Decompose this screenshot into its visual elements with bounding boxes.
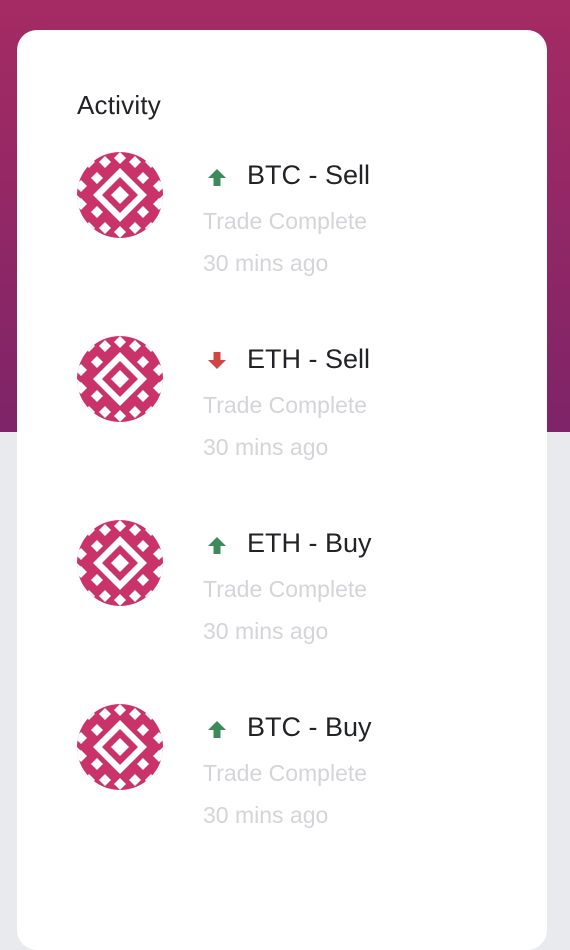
activity-item-status: Trade Complete xyxy=(203,392,368,418)
activity-card: Activity BTC - Sell Trade Complete 30 mi… xyxy=(17,30,547,950)
activity-item-time: 30 mins ago xyxy=(203,434,329,460)
avatar xyxy=(77,336,163,422)
activity-item[interactable]: BTC - Buy Trade Complete 30 mins ago xyxy=(17,704,547,834)
activity-item-time: 30 mins ago xyxy=(203,618,329,644)
activity-item[interactable]: BTC - Sell Trade Complete 30 mins ago xyxy=(17,152,547,282)
activity-item-time: 30 mins ago xyxy=(203,802,329,828)
activity-item[interactable]: ETH - Buy Trade Complete 30 mins ago xyxy=(17,520,547,650)
avatar xyxy=(77,152,163,238)
activity-title: Activity xyxy=(77,90,161,120)
activity-item-status: Trade Complete xyxy=(203,576,368,602)
arrow-down-icon xyxy=(207,351,227,371)
activity-item-title: ETH - Buy xyxy=(247,528,372,558)
activity-item[interactable]: ETH - Sell Trade Complete 30 mins ago xyxy=(17,336,547,466)
activity-item-status: Trade Complete xyxy=(203,760,368,786)
arrow-up-icon xyxy=(207,719,227,739)
activity-item-title: BTC - Buy xyxy=(247,712,372,742)
activity-item-time: 30 mins ago xyxy=(203,250,329,276)
activity-item-title: BTC - Sell xyxy=(247,160,371,190)
avatar xyxy=(77,704,163,790)
avatar xyxy=(77,520,163,606)
activity-item-title: ETH - Sell xyxy=(247,344,371,374)
activity-item-status: Trade Complete xyxy=(203,208,368,234)
arrow-up-icon xyxy=(207,535,227,555)
arrow-up-icon xyxy=(207,167,227,187)
